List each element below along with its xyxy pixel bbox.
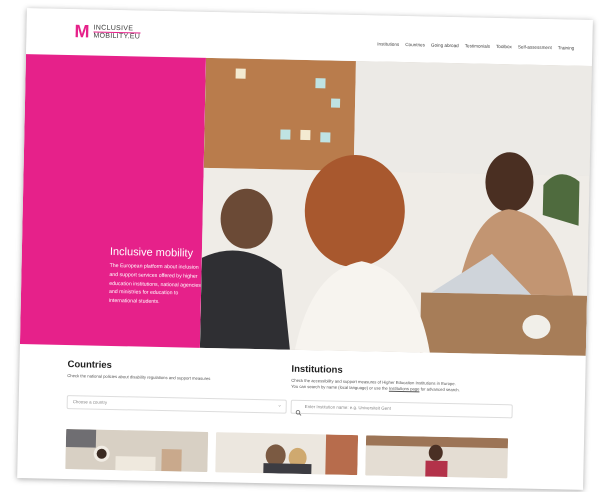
- country-select[interactable]: Choose a country ⌄: [66, 395, 287, 414]
- nav-countries[interactable]: Countries: [405, 42, 425, 47]
- countries-heading: Countries: [67, 359, 112, 371]
- countries-section: Countries Check the national policies ab…: [67, 359, 279, 383]
- search-icon: [295, 403, 302, 421]
- institutions-section: Institutions Check the accessibility and…: [291, 364, 521, 395]
- logo-line-2: MOBILITY.EU: [93, 31, 141, 41]
- hero-title: Inclusive mobility: [109, 245, 194, 260]
- site-logo[interactable]: M INCLUSIVE MOBILITY.EU: [74, 21, 141, 42]
- nav-going-abroad[interactable]: Going abroad: [431, 43, 459, 49]
- nav-institutions[interactable]: Institutions: [377, 41, 399, 46]
- nav-training[interactable]: Training: [558, 45, 575, 50]
- chevron-down-icon: ⌄: [277, 402, 282, 409]
- institutions-page-link[interactable]: Institutions page: [389, 386, 420, 392]
- nav-testimonials[interactable]: Testimonials: [465, 43, 490, 49]
- institution-search-placeholder: Enter Institution name: e.g. Universitei…: [304, 404, 391, 411]
- page-card: M INCLUSIVE MOBILITY.EU Institutions Cou…: [17, 8, 593, 490]
- main-nav: Institutions Countries Going abroad Test…: [377, 41, 574, 50]
- institutions-text-line-2a: You can search by name (local language) …: [291, 383, 388, 391]
- nav-toolbox[interactable]: Toolbox: [496, 44, 512, 49]
- feature-card-3[interactable]: [365, 435, 509, 479]
- hero-photo: [199, 57, 592, 356]
- feature-card-1[interactable]: [65, 429, 209, 473]
- card-image-1: [65, 429, 209, 473]
- country-select-value: Choose a country: [72, 399, 108, 405]
- logo-text: INCLUSIVE MOBILITY.EU: [93, 24, 141, 41]
- logo-mark: M: [74, 21, 90, 42]
- countries-text: Check the national policies about disabi…: [67, 373, 211, 382]
- card-image-2: [215, 432, 359, 476]
- card-image-3: [365, 435, 509, 479]
- nav-self-assessment[interactable]: Self-assessment: [518, 44, 552, 50]
- institutions-heading: Institutions: [291, 363, 343, 376]
- meeting-photo-illustration: [199, 57, 592, 356]
- hero-description: The European platform about inclusion an…: [108, 262, 201, 306]
- institutions-text-line-2b: for advanced search.: [420, 386, 460, 393]
- feature-card-2[interactable]: [215, 432, 359, 476]
- hero-banner: Inclusive mobility The European platform…: [19, 54, 592, 356]
- institution-search-input[interactable]: Enter Institution name: e.g. Universitei…: [290, 399, 513, 421]
- institutions-text: Check the accessibility and support meas…: [291, 378, 521, 395]
